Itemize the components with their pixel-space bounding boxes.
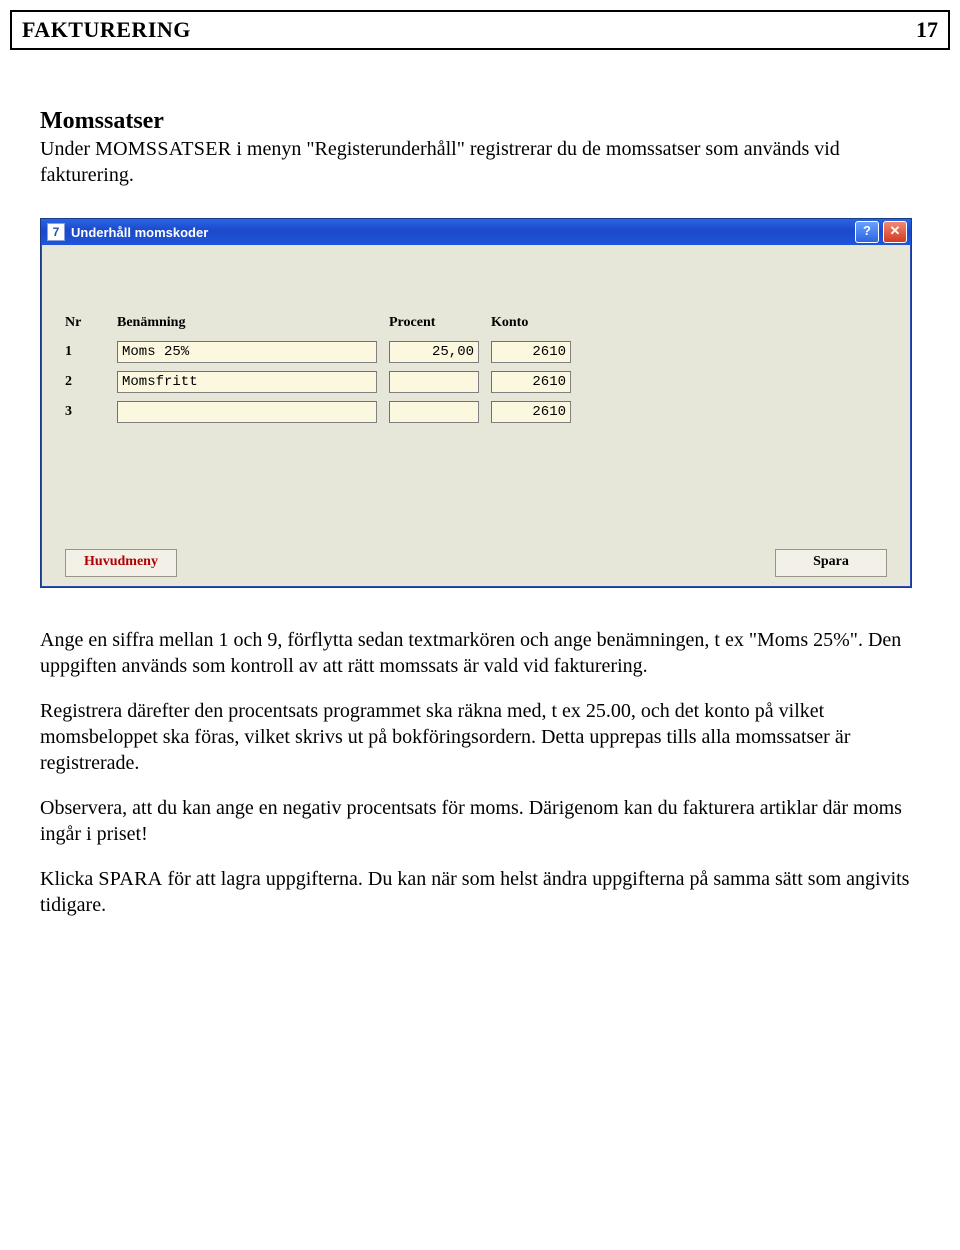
account-input[interactable]: 2610	[491, 341, 571, 363]
app-icon: 7	[47, 223, 65, 241]
page-number: 17	[916, 17, 938, 43]
page-header-title: FAKTURERING	[22, 17, 191, 43]
table-row: 3 2610	[65, 401, 887, 423]
close-icon[interactable]: ✕	[883, 221, 907, 243]
col-header-nr: Nr	[65, 315, 105, 331]
window-title: Underhåll momskoder	[71, 225, 851, 240]
row-number: 3	[65, 404, 105, 420]
account-input[interactable]: 2610	[491, 401, 571, 423]
titlebar: 7 Underhåll momskoder ? ✕	[41, 219, 911, 245]
dialog-window: 7 Underhåll momskoder ? ✕ Nr Benämning P…	[40, 218, 912, 588]
dialog-body: Nr Benämning Procent Konto 1 Moms 25% 25…	[41, 245, 911, 449]
intro-text-a: Under	[40, 138, 95, 160]
section-intro: Under MOMSSATSER i menyn "Registerunderh…	[40, 137, 920, 188]
page-header: FAKTURERING 17	[10, 10, 950, 50]
p4-text-b: för att lagra uppgifterna. Du kan när so…	[40, 868, 909, 916]
row-number: 2	[65, 374, 105, 390]
name-input[interactable]: Momsfritt	[117, 371, 377, 393]
col-header-name: Benämning	[117, 315, 377, 331]
paragraph-4: Klicka SPARA för att lagra uppgifterna. …	[40, 867, 920, 918]
dialog-footer: Huvudmeny Spara	[41, 449, 911, 587]
percent-input[interactable]: 25,00	[389, 341, 479, 363]
paragraph-2: Registrera därefter den procentsats prog…	[40, 699, 920, 776]
help-icon[interactable]: ?	[855, 221, 879, 243]
intro-smallcaps: MOMSSATSER	[95, 138, 231, 160]
percent-input[interactable]	[389, 371, 479, 393]
p4-smallcaps: SPARA	[98, 868, 162, 890]
section-heading: Momssatser	[40, 108, 920, 135]
save-button[interactable]: Spara	[775, 549, 887, 577]
table-row: 1 Moms 25% 25,00 2610	[65, 341, 887, 363]
name-input[interactable]: Moms 25%	[117, 341, 377, 363]
percent-input[interactable]	[389, 401, 479, 423]
account-input[interactable]: 2610	[491, 371, 571, 393]
table-row: 2 Momsfritt 2610	[65, 371, 887, 393]
paragraph-1: Ange en siffra mellan 1 och 9, förflytta…	[40, 628, 920, 679]
col-header-percent: Procent	[389, 315, 479, 331]
p4-text-a: Klicka	[40, 868, 98, 890]
main-menu-button[interactable]: Huvudmeny	[65, 549, 177, 577]
paragraph-3: Observera, att du kan ange en negativ pr…	[40, 796, 920, 847]
row-number: 1	[65, 344, 105, 360]
name-input[interactable]	[117, 401, 377, 423]
col-header-account: Konto	[491, 315, 571, 331]
